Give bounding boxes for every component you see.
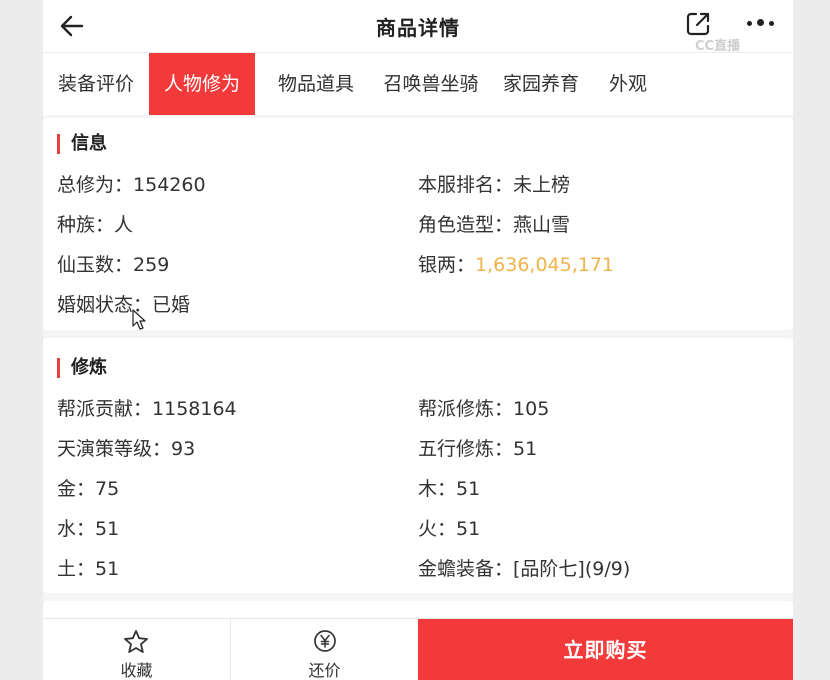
cult-tianyance-level: 天演策等级：93 bbox=[57, 438, 196, 460]
tab-home[interactable]: 家园养育 bbox=[493, 53, 589, 115]
buy-now-button[interactable]: 立即购买 bbox=[418, 619, 793, 680]
app-screen: 商品详情 CC直播 装备评价 人物修为 物品道具 召唤兽坐骑 家园养育 外观 信… bbox=[43, 0, 793, 680]
category-tabs: 装备评价 人物修为 物品道具 召唤兽坐骑 家园养育 外观 bbox=[43, 53, 793, 115]
info-character-model: 角色造型：燕山雪 bbox=[418, 214, 571, 236]
more-options-icon[interactable] bbox=[745, 18, 777, 28]
share-icon[interactable] bbox=[684, 10, 712, 38]
tab-equipment-rating[interactable]: 装备评价 bbox=[43, 53, 149, 115]
cult-fire: 火：51 bbox=[418, 518, 481, 540]
top-bar: 商品详情 CC直播 bbox=[43, 0, 793, 54]
cult-guild-training: 帮派修炼：105 bbox=[418, 398, 550, 420]
yen-coin-icon bbox=[314, 630, 336, 652]
mouse-cursor-icon bbox=[132, 309, 146, 330]
favorite-button[interactable]: 收藏 bbox=[43, 619, 230, 680]
cult-earth: 土：51 bbox=[57, 558, 120, 580]
tab-pets-mounts[interactable]: 召唤兽坐骑 bbox=[372, 53, 490, 115]
info-server-rank: 本服排名：未上榜 bbox=[418, 174, 571, 196]
tab-items[interactable]: 物品道具 bbox=[261, 53, 371, 115]
page-title: 商品详情 bbox=[376, 16, 460, 40]
cult-water: 水：51 bbox=[57, 518, 120, 540]
bottom-action-bar: 收藏 还价 立即购买 bbox=[43, 618, 793, 680]
bargain-label: 还价 bbox=[308, 661, 341, 680]
cult-metal: 金：75 bbox=[57, 478, 120, 500]
cult-wood: 木：51 bbox=[418, 478, 481, 500]
cultivation-section: 修炼 帮派贡献：1158164 帮派修炼：105 天演策等级：93 五行修炼：5… bbox=[43, 338, 793, 593]
info-silver: 银两：1,636,045,171 bbox=[418, 254, 615, 276]
info-race: 种族：人 bbox=[57, 214, 134, 236]
section-title-cultivation: 修炼 bbox=[57, 358, 107, 378]
stream-watermark: CC直播 bbox=[695, 39, 741, 54]
favorite-label: 收藏 bbox=[120, 661, 153, 680]
cult-five-elements: 五行修炼：51 bbox=[418, 438, 538, 460]
cult-golden-toad-equipment: 金蟾装备：[品阶七](9/9) bbox=[418, 558, 631, 580]
section-title-info: 信息 bbox=[57, 134, 107, 154]
tab-character-cultivation[interactable]: 人物修为 bbox=[149, 53, 255, 115]
info-section: 信息 总修为：154260 本服排名：未上榜 种族：人 角色造型：燕山雪 仙玉数… bbox=[43, 118, 793, 330]
info-jade-count: 仙玉数：259 bbox=[57, 254, 170, 276]
tab-appearance[interactable]: 外观 bbox=[599, 53, 657, 115]
star-icon bbox=[124, 630, 148, 653]
info-total-cultivation: 总修为：154260 bbox=[57, 174, 206, 196]
bargain-button[interactable]: 还价 bbox=[231, 619, 418, 680]
cult-guild-contribution: 帮派贡献：1158164 bbox=[57, 398, 237, 420]
info-marital-status: 婚姻状态：已婚 bbox=[57, 294, 191, 316]
